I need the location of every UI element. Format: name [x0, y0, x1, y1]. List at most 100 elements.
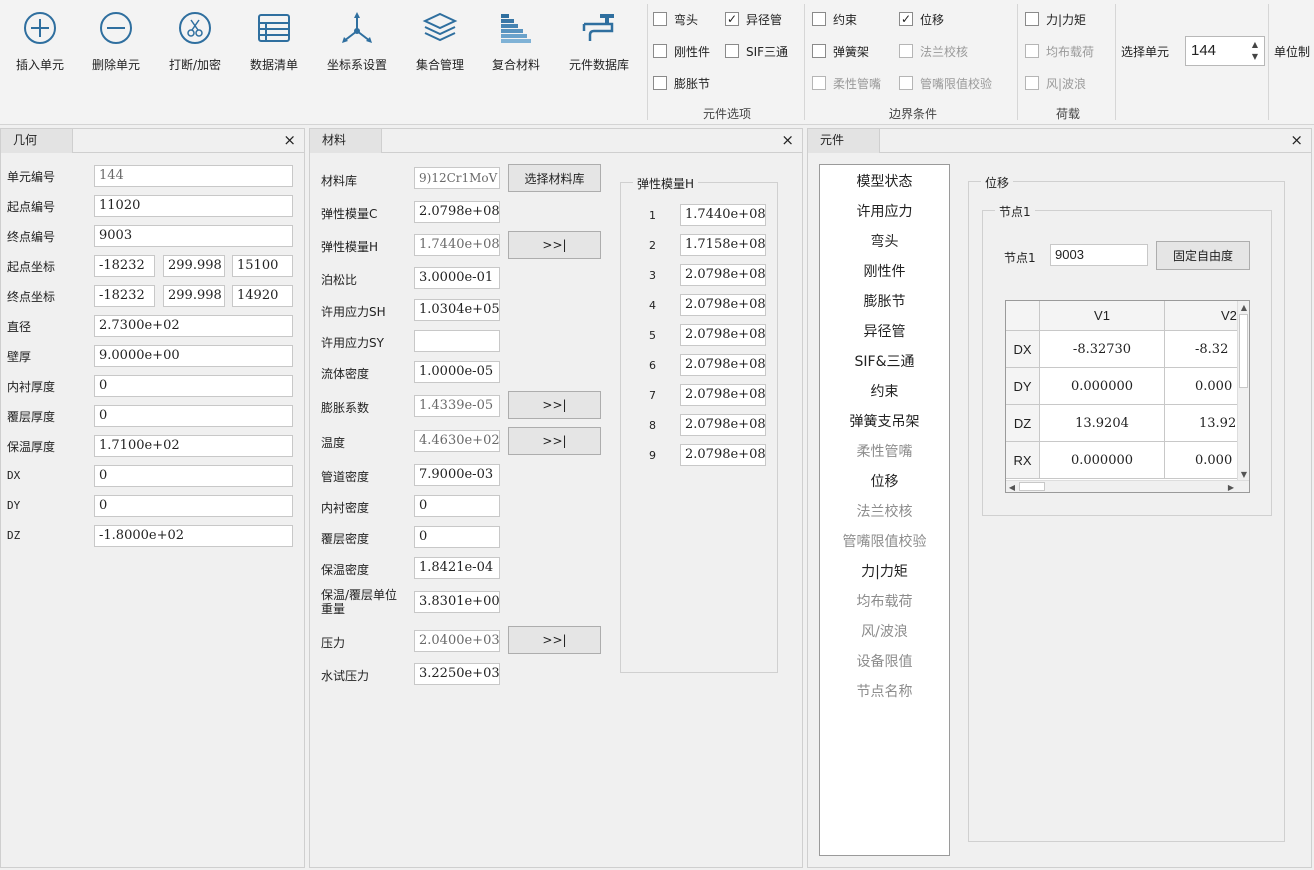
cladding-density-field[interactable]: 0 [414, 526, 500, 548]
insulation-density-field[interactable]: 1.8421e-04 [414, 557, 500, 579]
set-management-button[interactable]: 集合管理 [410, 8, 470, 73]
close-icon[interactable]: × [1290, 132, 1303, 148]
dz-field[interactable]: -1.8000e+02 [94, 525, 293, 547]
material-library-field[interactable]: 9)12Cr1MoV [414, 167, 500, 189]
data-list-button[interactable]: 数据清单 [244, 8, 304, 73]
elastic-modulus-h-value[interactable]: 2.0798e+08 [680, 384, 766, 406]
temperature-expand-button[interactable]: >>| [508, 427, 601, 455]
elastic-modulus-h-value[interactable]: 2.0798e+08 [680, 444, 766, 466]
diameter-field[interactable]: 2.7300e+02 [94, 315, 293, 337]
scroll-right-icon[interactable]: ▶ [1225, 481, 1237, 492]
vertical-scroll-thumb[interactable] [1239, 314, 1248, 388]
scroll-up-icon[interactable]: ▲ [1238, 301, 1249, 313]
checkbox-rigid[interactable]: 刚性件 [653, 42, 710, 60]
table-cell[interactable]: 0.000000 [1040, 442, 1165, 479]
list-item[interactable]: SIF&三通 [820, 347, 949, 377]
list-item[interactable]: 管嘴限值校验 [820, 527, 949, 557]
break-refine-button[interactable]: 打断/加密 [163, 8, 227, 73]
select-unit-spinbox[interactable]: 144 ▲ ▼ [1185, 36, 1265, 66]
checkbox-nozzle-limit[interactable]: 管嘴限值校验 [899, 74, 992, 92]
insulation-cladding-unit-weight-field[interactable]: 3.8301e+00 [414, 591, 500, 613]
checkbox-force-moment[interactable]: 力|力矩 [1025, 10, 1086, 28]
checkbox-displacement[interactable]: ✓ 位移 [899, 10, 944, 28]
lining-density-field[interactable]: 0 [414, 495, 500, 517]
end-node-field[interactable]: 9003 [94, 225, 293, 247]
element-number-field[interactable]: 144 [94, 165, 293, 187]
checkbox-flange-check[interactable]: 法兰校核 [899, 42, 968, 60]
checkbox-restraint[interactable]: 约束 [812, 10, 857, 28]
coordinate-system-button[interactable]: 坐标系设置 [322, 8, 392, 73]
table-cell[interactable]: -8.32730 [1040, 331, 1165, 368]
horizontal-scrollbar[interactable]: ◀ ▶ [1006, 480, 1249, 492]
list-item[interactable]: 弹簧支吊架 [820, 407, 949, 437]
elastic-modulus-h-value[interactable]: 2.0798e+08 [680, 414, 766, 436]
elastic-modulus-h-value[interactable]: 2.0798e+08 [680, 264, 766, 286]
start-x-field[interactable]: -18232 [94, 255, 155, 277]
node1-field[interactable]: 9003 [1050, 244, 1148, 266]
lining-thickness-field[interactable]: 0 [94, 375, 293, 397]
list-item[interactable]: 膨胀节 [820, 287, 949, 317]
end-z-field[interactable]: 14920 [232, 285, 293, 307]
temperature-field[interactable]: 4.4630e+02 [414, 430, 500, 452]
expansion-coefficient-expand-button[interactable]: >>| [508, 391, 601, 419]
close-icon[interactable]: × [781, 132, 794, 148]
select-material-library-button[interactable]: 选择材料库 [508, 164, 601, 192]
checkbox-reducer[interactable]: ✓ 异径管 [725, 10, 782, 28]
poisson-ratio-field[interactable]: 3.0000e-01 [414, 267, 500, 289]
list-item[interactable]: 模型状态 [820, 167, 949, 197]
start-y-field[interactable]: 299.998 [163, 255, 225, 277]
elastic-modulus-h-value[interactable]: 2.0798e+08 [680, 354, 766, 376]
wall-thickness-field[interactable]: 9.0000e+00 [94, 345, 293, 367]
vertical-scrollbar[interactable]: ▲ ▼ [1237, 301, 1249, 480]
tab-geometry[interactable]: 几何 [1, 129, 73, 153]
insert-element-button[interactable]: 插入单元 [10, 8, 70, 73]
delete-element-button[interactable]: 删除单元 [85, 8, 147, 73]
end-x-field[interactable]: -18232 [94, 285, 155, 307]
table-cell[interactable]: 0.000000 [1040, 368, 1165, 405]
horizontal-scroll-thumb[interactable] [1019, 482, 1045, 491]
list-item[interactable]: 风/波浪 [820, 617, 949, 647]
spin-up-icon[interactable]: ▲ [1252, 40, 1258, 49]
list-item[interactable]: 法兰校核 [820, 497, 949, 527]
checkbox-flexible-nozzle[interactable]: 柔性管嘴 [812, 74, 881, 92]
start-node-field[interactable]: 11020 [94, 195, 293, 217]
composite-material-button[interactable]: 复合材料 [486, 8, 546, 73]
pressure-field[interactable]: 2.0400e+03 [414, 630, 500, 652]
allowable-stress-sy-field[interactable] [414, 330, 500, 352]
checkbox-uniform-load[interactable]: 均布载荷 [1025, 42, 1094, 60]
end-y-field[interactable]: 299.998 [163, 285, 225, 307]
checkbox-expansion-joint[interactable]: 膨胀节 [653, 74, 710, 92]
elastic-modulus-c-field[interactable]: 2.0798e+08 [414, 201, 500, 223]
elastic-modulus-h-value[interactable]: 2.0798e+08 [680, 294, 766, 316]
tab-material[interactable]: 材料 [310, 129, 382, 153]
list-item[interactable]: 异径管 [820, 317, 949, 347]
checkbox-wind-wave[interactable]: 风|波浪 [1025, 74, 1086, 92]
pressure-expand-button[interactable]: >>| [508, 626, 601, 654]
list-item[interactable]: 约束 [820, 377, 949, 407]
elastic-modulus-h-field[interactable]: 1.7440e+08 [414, 234, 500, 256]
list-item[interactable]: 力|力矩 [820, 557, 949, 587]
list-item[interactable]: 均布载荷 [820, 587, 949, 617]
elastic-modulus-h-expand-button[interactable]: >>| [508, 231, 601, 259]
elastic-modulus-h-value[interactable]: 1.7158e+08 [680, 234, 766, 256]
scroll-left-icon[interactable]: ◀ [1006, 481, 1018, 492]
component-list[interactable]: 模型状态 许用应力 弯头 刚性件 膨胀节 异径管 SIF&三通 约束 弹簧支吊架… [819, 164, 950, 856]
scroll-down-icon[interactable]: ▼ [1238, 468, 1249, 480]
start-z-field[interactable]: 15100 [232, 255, 293, 277]
list-item[interactable]: 节点名称 [820, 677, 949, 707]
list-item[interactable]: 设备限值 [820, 647, 949, 677]
fix-dof-button[interactable]: 固定自由度 [1156, 241, 1250, 270]
list-item[interactable]: 许用应力 [820, 197, 949, 227]
checkbox-sif-tee[interactable]: SIF三通 [725, 42, 788, 60]
unit-system-label[interactable]: 单位制 [1274, 43, 1310, 60]
spin-down-icon[interactable]: ▼ [1252, 52, 1258, 61]
insulation-thickness-field[interactable]: 1.7100e+02 [94, 435, 293, 457]
elastic-modulus-h-value[interactable]: 1.7440e+08 [680, 204, 766, 226]
expansion-coefficient-field[interactable]: 1.4339e-05 [414, 395, 500, 417]
pipe-density-field[interactable]: 7.9000e-03 [414, 464, 500, 486]
close-icon[interactable]: × [283, 132, 296, 148]
list-item[interactable]: 弯头 [820, 227, 949, 257]
dx-field[interactable]: 0 [94, 465, 293, 487]
list-item[interactable]: 柔性管嘴 [820, 437, 949, 467]
dy-field[interactable]: 0 [94, 495, 293, 517]
